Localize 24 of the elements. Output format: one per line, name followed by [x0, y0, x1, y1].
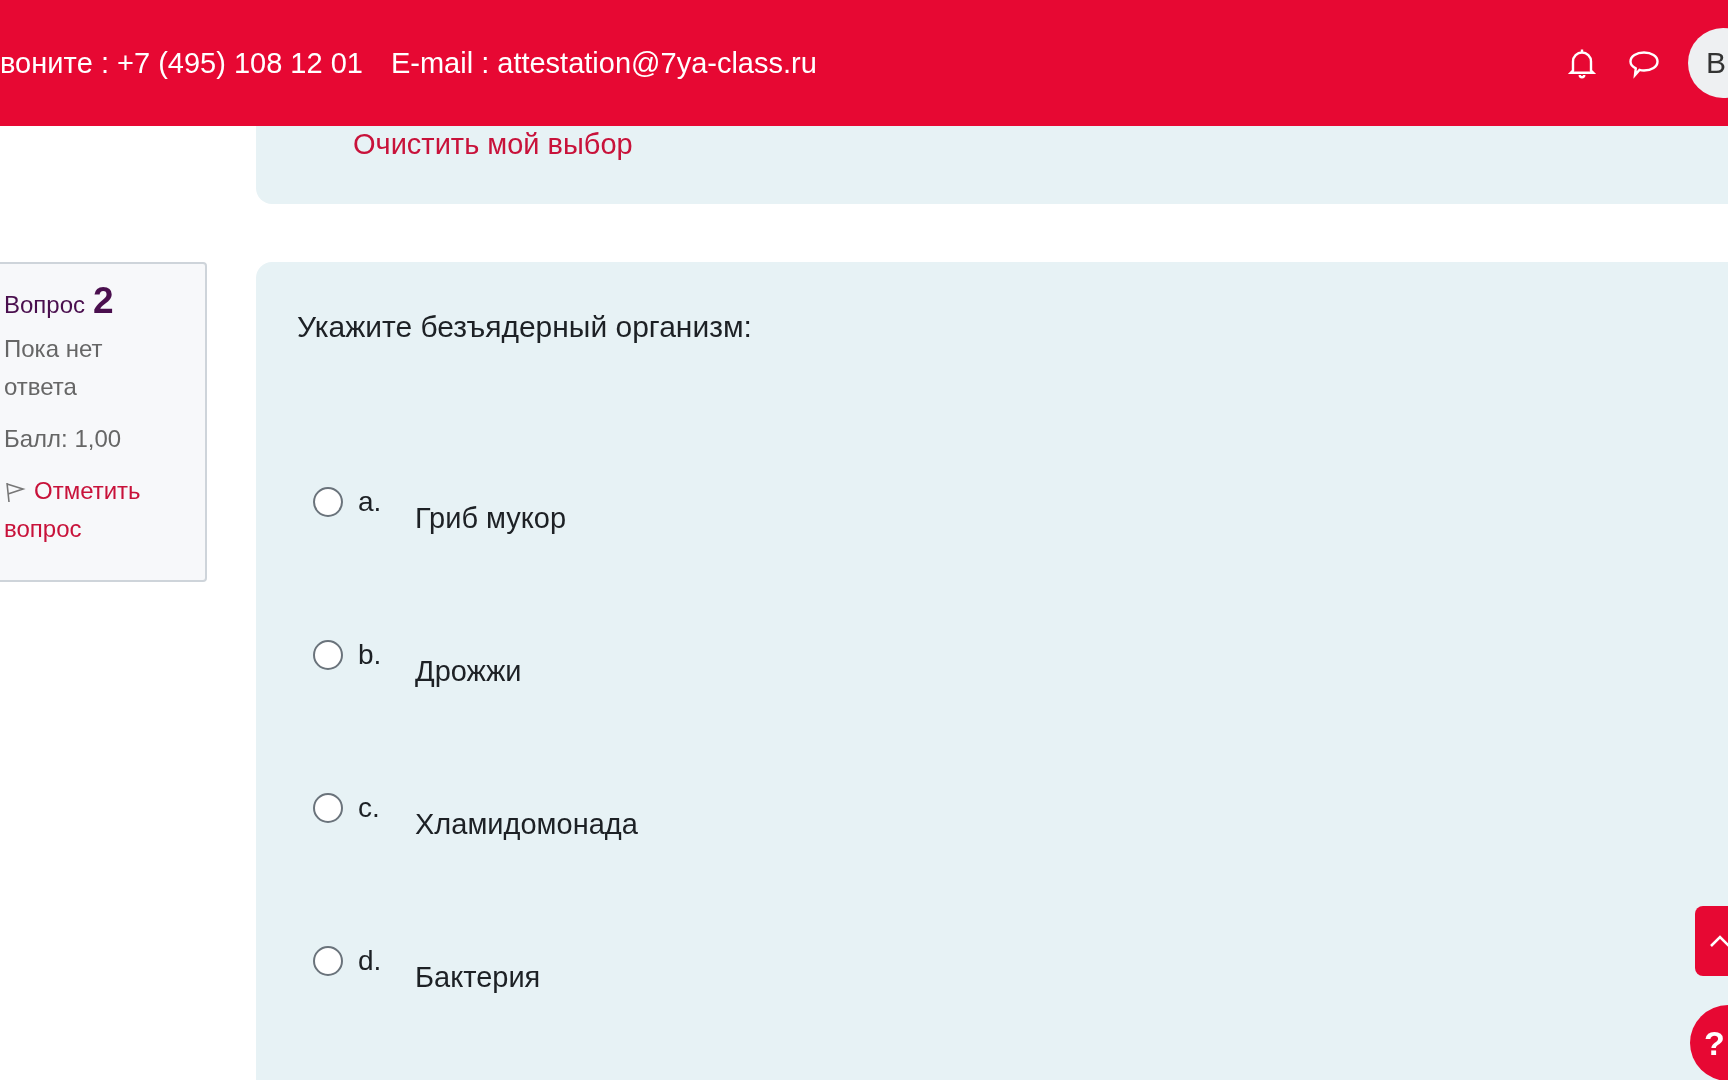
option-letter: c. [358, 792, 381, 824]
option-text: Хламидомонада [415, 808, 638, 841]
radio-button[interactable] [313, 793, 343, 823]
email-text: E-mail : attestation@7ya-class.ru [390, 46, 817, 80]
answer-status: Пока нет ответа [4, 334, 104, 402]
score-text: Балл: 1,00 [4, 424, 123, 454]
option-text: Бактерия [415, 961, 541, 994]
clear-choice-link[interactable]: Очистить мой выбор [353, 128, 633, 160]
question-text: Укажите безъядерный организм: [297, 310, 753, 344]
option-letter: d. [358, 945, 383, 977]
user-avatar[interactable]: В [1688, 28, 1728, 98]
option-text: Гриб мукор [415, 502, 567, 535]
flag-icon [4, 481, 26, 503]
option-text: Дрожжи [415, 655, 522, 688]
option-letter: a. [358, 486, 383, 518]
option-letter: b. [358, 639, 383, 671]
radio-button[interactable] [313, 640, 343, 670]
flag-question-link[interactable]: Отметить вопрос [4, 472, 164, 548]
question-number: 2 [93, 280, 114, 322]
question-label: Вопрос [4, 291, 86, 319]
radio-button[interactable] [313, 487, 343, 517]
chevron-up-icon [1709, 934, 1728, 948]
radio-button[interactable] [313, 946, 343, 976]
phone-text: вонитe : +7 (495) 108 12 01 [0, 46, 363, 80]
